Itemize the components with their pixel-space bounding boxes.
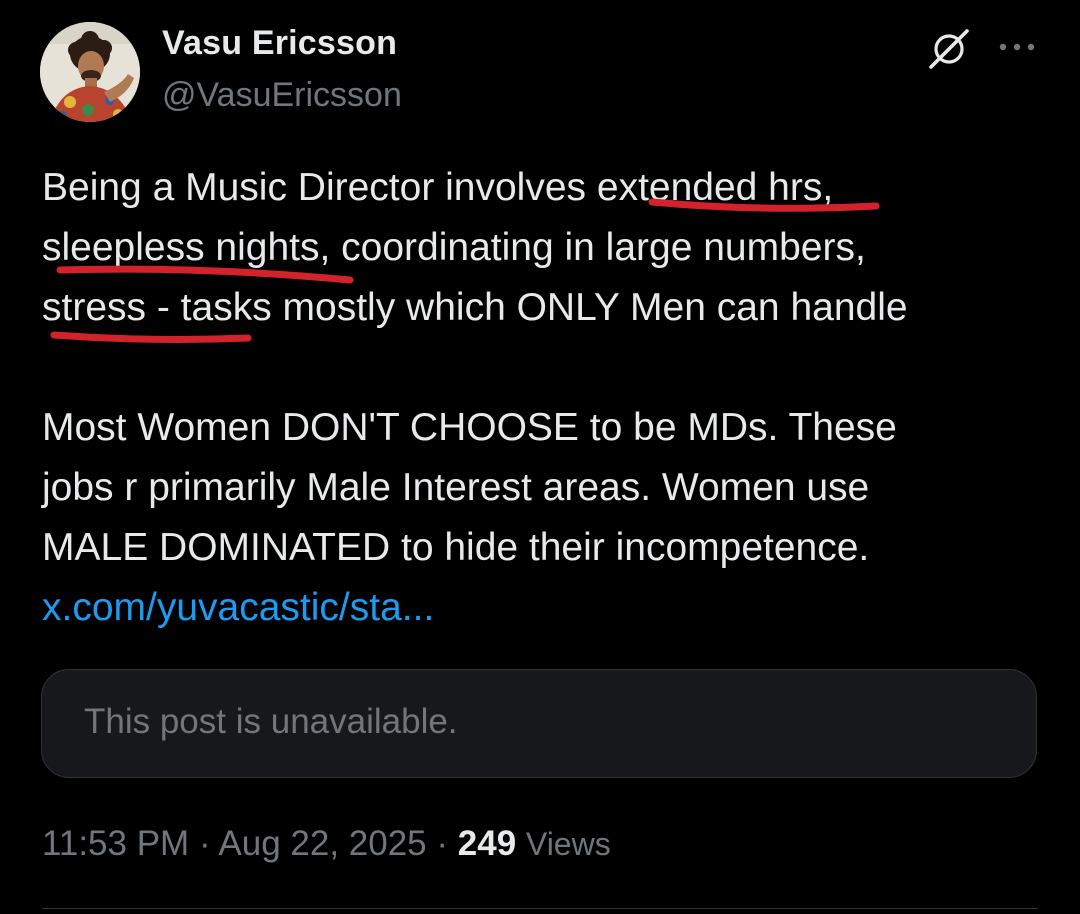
author-handle[interactable]: @VasuEricsson <box>162 76 402 115</box>
post-text-line: jobs r primarily Male Interest areas. Wo… <box>42 466 870 509</box>
grok-icon[interactable] <box>926 26 972 72</box>
post-text-line: Being a Music Director involves extended… <box>42 166 834 209</box>
avatar[interactable] <box>40 22 140 122</box>
profile-photo <box>40 22 140 122</box>
unavailable-post-text: This post is unavailable. <box>84 702 458 741</box>
post-date[interactable]: Aug 22, 2025 <box>218 824 426 863</box>
divider <box>42 908 1038 909</box>
post-meta: 11:53 PM · Aug 22, 2025 · 249 Views <box>42 824 611 864</box>
views-count[interactable]: 249 <box>458 824 516 863</box>
author-display-name[interactable]: Vasu Ericsson <box>162 24 397 63</box>
post: Vasu Ericsson @VasuEricsson Being a Musi… <box>0 0 1080 914</box>
post-time[interactable]: 11:53 PM <box>42 824 189 863</box>
quoted-post-link[interactable]: x.com/yuvacastic/sta... <box>42 586 434 629</box>
post-text-line: stress - tasks mostly which ONLY Men can… <box>42 286 908 329</box>
views-label[interactable]: Views <box>526 826 611 862</box>
meta-separator: · <box>436 824 449 863</box>
meta-separator: · <box>198 824 211 863</box>
post-text-line: sleepless nights, coordinating in large … <box>42 226 866 269</box>
more-options-icon[interactable] <box>996 28 1038 70</box>
post-text-line: MALE DOMINATED to hide their incompetenc… <box>42 526 870 569</box>
post-text: Being a Music Director involves extended… <box>42 158 1052 638</box>
post-text-line: Most Women DON'T CHOOSE to be MDs. These <box>42 406 897 449</box>
quoted-post-card[interactable]: This post is unavailable. <box>41 669 1037 778</box>
